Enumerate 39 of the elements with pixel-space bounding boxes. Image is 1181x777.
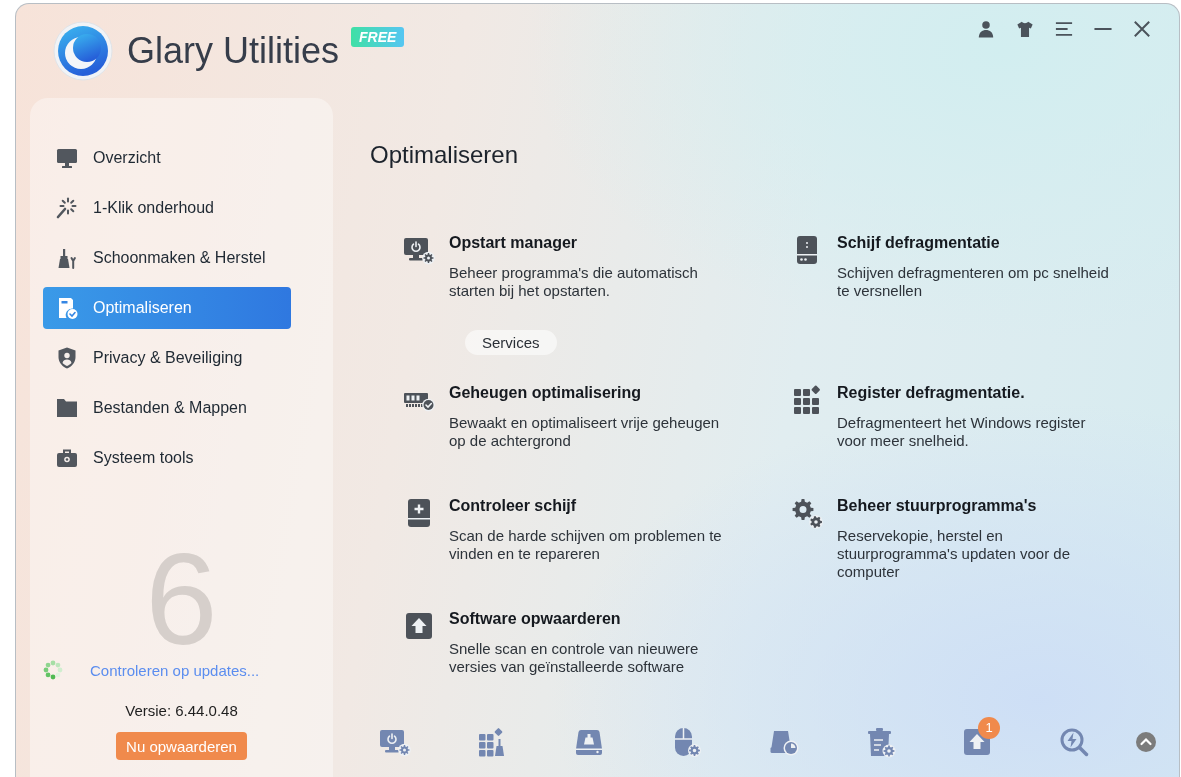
feature-description: Bewaakt en optimaliseert vrije geheugen op de achtergrond: [449, 414, 721, 450]
menu-icon[interactable]: [1055, 20, 1073, 38]
sidebar-item[interactable]: Privacy & Beveiliging: [43, 337, 291, 379]
feature-title[interactable]: Geheugen optimalisering: [449, 384, 642, 402]
feature-title[interactable]: Register defragmentatie.: [837, 384, 1025, 402]
feature-title[interactable]: Software opwaarderen: [449, 610, 621, 628]
feature-description: Schijven defragmenteren om pc snelheid te versnellen: [837, 264, 1110, 300]
shield-user-icon: [55, 346, 79, 370]
services-button[interactable]: Services: [465, 330, 557, 355]
sidebar-item[interactable]: Bestanden & Mappen: [43, 387, 291, 429]
monitor-icon: [55, 146, 79, 170]
feature-title[interactable]: Schijf defragmentatie: [837, 234, 1000, 252]
version-text: Versie: 6.44.0.48: [125, 702, 238, 720]
user-icon[interactable]: [977, 20, 995, 38]
magnifier-bolt-icon[interactable]: [1058, 726, 1090, 758]
feature-description: Snelle scan en controle van nieuwere versies van geïnstalleerde software: [449, 640, 700, 676]
update-count-badge: 1: [978, 717, 1000, 739]
feature-description: Defragmenteert het Windows register voor meer snelheid.: [837, 414, 1087, 450]
gears-icon: [790, 497, 824, 529]
chevron-up-icon[interactable]: [1136, 732, 1156, 752]
sidebar-item[interactable]: Schoonmaken & Herstel: [43, 237, 291, 279]
shirt-icon[interactable]: [1016, 20, 1034, 38]
close-icon[interactable]: [1133, 20, 1151, 38]
sidebar-item[interactable]: Overzicht: [43, 137, 291, 179]
feature-description: Scan de harde schijven om problemen te vinden en te repareren: [449, 527, 723, 563]
app-logo: [53, 21, 113, 81]
sidebar-item[interactable]: Systeem tools: [43, 437, 291, 479]
burst-icon: [55, 196, 79, 220]
feature-description: Reservekopie, herstel en stuurprogramma's updaten voor de computer: [837, 527, 1071, 581]
sidebar-item[interactable]: 1-Klik onderhoud: [43, 187, 291, 229]
feature-title[interactable]: Beheer stuurprogramma's: [837, 497, 1037, 515]
page-title: Optimaliseren: [370, 141, 519, 169]
feature-title[interactable]: Controleer schijf: [449, 497, 577, 515]
feature-title[interactable]: Opstart manager: [449, 234, 578, 252]
edition-badge: FREE: [351, 27, 405, 47]
app-name: Glary Utilities: [127, 29, 340, 73]
spinner-icon: [43, 660, 63, 680]
feature-description: Beheer programma's die automatisch starten bij het opstarten.: [449, 264, 699, 300]
folder-icon: [55, 396, 79, 420]
